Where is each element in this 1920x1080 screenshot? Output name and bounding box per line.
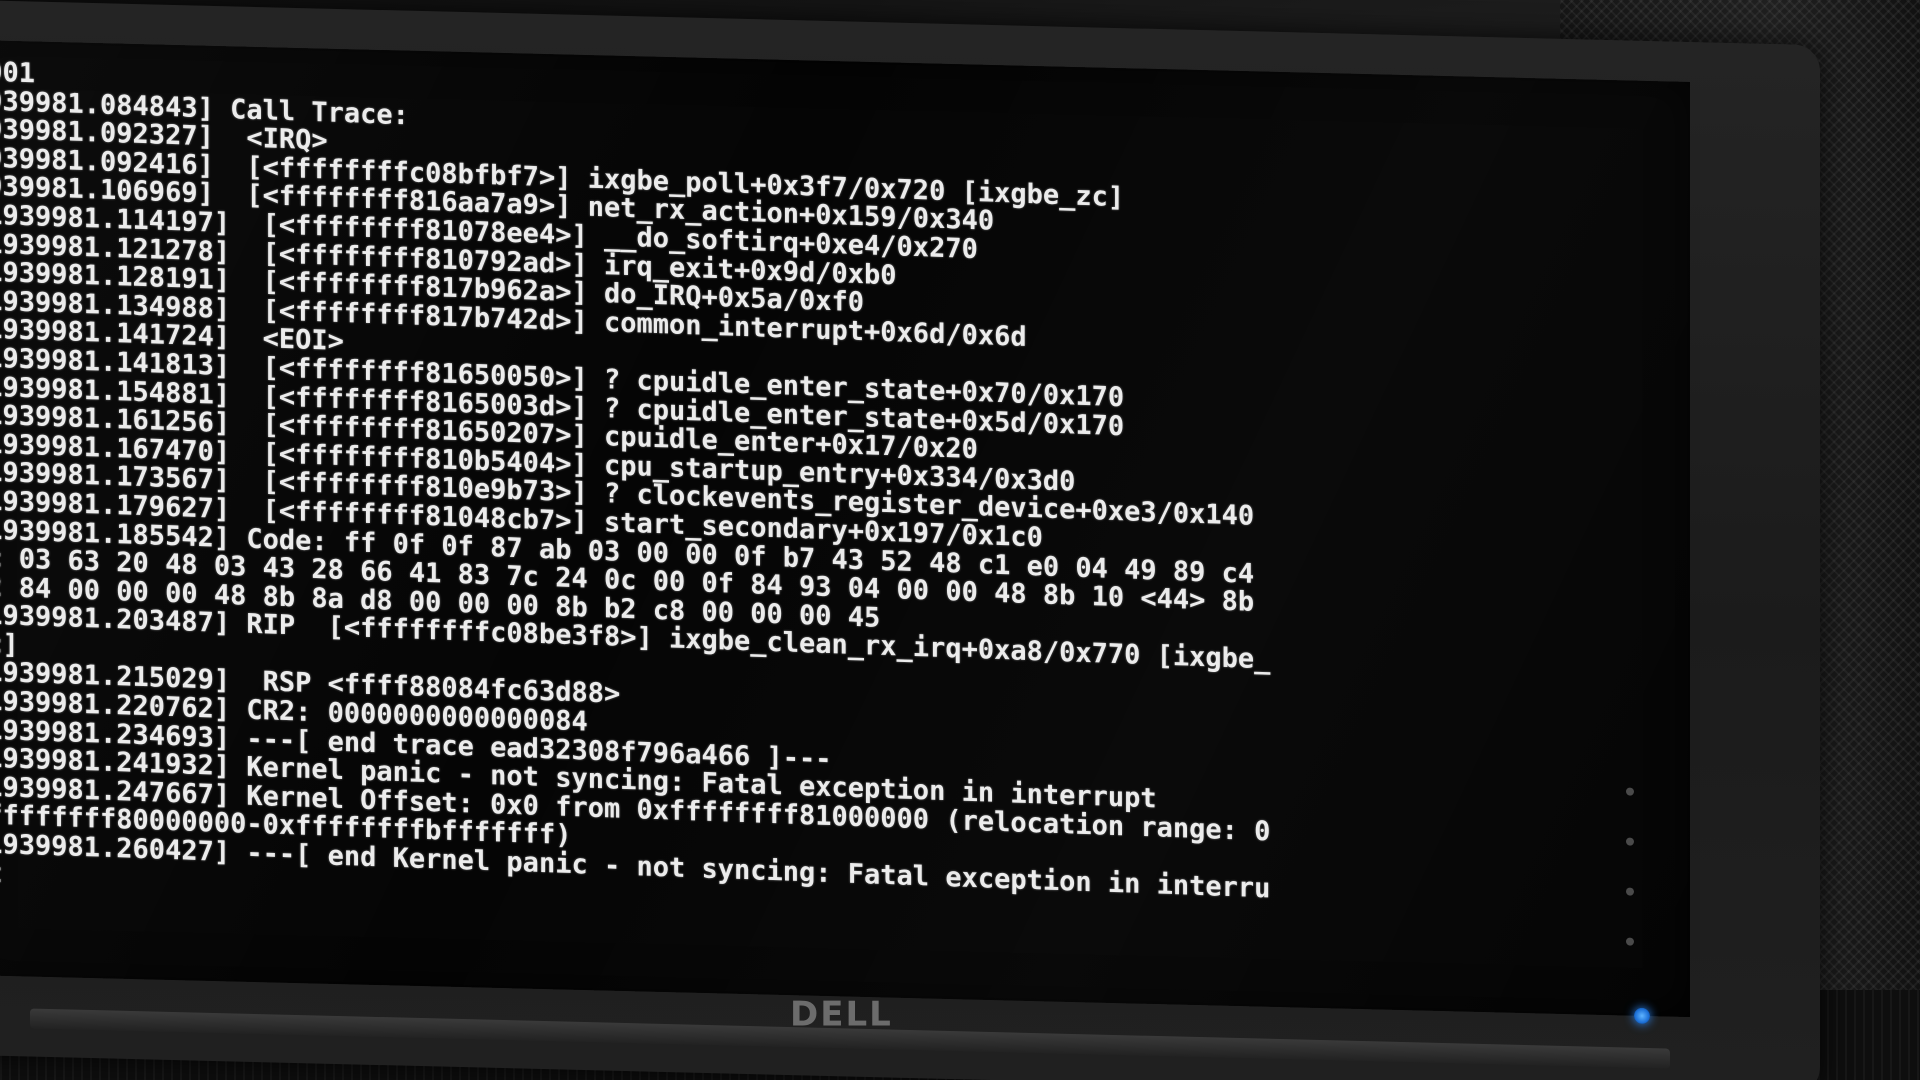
monitor-button[interactable] [1626,787,1634,796]
monitor-button[interactable] [1626,887,1634,896]
monitor: 0001 1939981.084843] Call Trace: 1939981… [0,0,1820,1080]
monitor-logo: DELL [790,994,893,1035]
photo-scene: 0001 1939981.084843] Call Trace: 1939981… [0,0,1920,1080]
console-screen: 0001 1939981.084843] Call Trace: 1939981… [0,40,1690,1018]
power-led-icon[interactable] [1634,1007,1650,1025]
monitor-button[interactable] [1626,937,1634,946]
kernel-panic-log: 0001 1939981.084843] Call Trace: 1939981… [0,56,1690,947]
monitor-button[interactable] [1626,837,1634,846]
